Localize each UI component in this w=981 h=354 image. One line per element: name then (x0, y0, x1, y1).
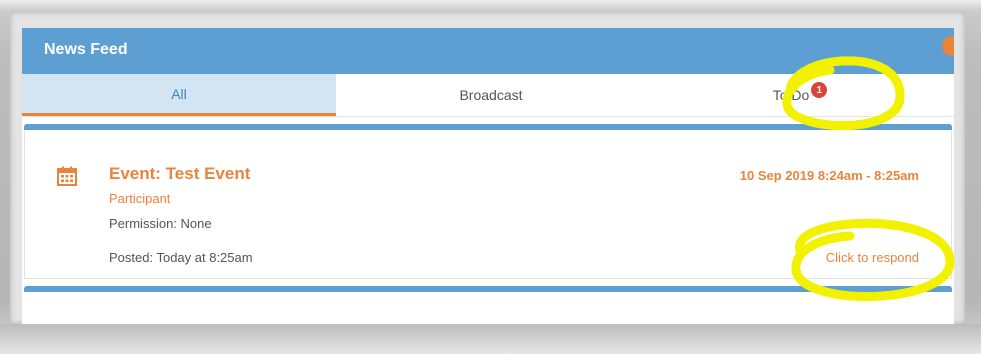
news-feed-title: News Feed (44, 41, 128, 58)
feed-tabs: All Broadcast To Do 1 (22, 74, 954, 117)
event-card: Event: Test Event 10 Sep 2019 8:24am - 8… (24, 130, 952, 279)
tab-todo-label: To Do (772, 87, 810, 103)
event-permission: Permission: None (109, 216, 212, 231)
tab-broadcast-label: Broadcast (459, 87, 523, 103)
click-to-respond-link[interactable]: Click to respond (826, 250, 919, 265)
todo-count-badge: 1 (811, 82, 828, 98)
header-status-dot (942, 36, 954, 56)
tab-all[interactable]: All (22, 74, 336, 116)
event-role: Participant (109, 191, 171, 206)
news-feed-header: News Feed (22, 28, 954, 74)
event-title[interactable]: Event: Test Event (109, 164, 250, 184)
news-feed-panel: News Feed All Broadcast To Do 1 Event: T (22, 28, 954, 324)
tab-all-label: All (171, 85, 187, 102)
tab-todo[interactable]: To Do 1 (646, 74, 954, 116)
next-card-top-bar (24, 286, 952, 292)
event-posted-time: Posted: Today at 8:25am (109, 250, 253, 265)
calendar-icon (57, 166, 77, 186)
event-date-range: 10 Sep 2019 8:24am - 8:25am (739, 168, 919, 183)
tab-broadcast[interactable]: Broadcast (336, 74, 646, 116)
screen-top-edge (0, 0, 981, 12)
screen-bottom-edge (0, 324, 981, 354)
